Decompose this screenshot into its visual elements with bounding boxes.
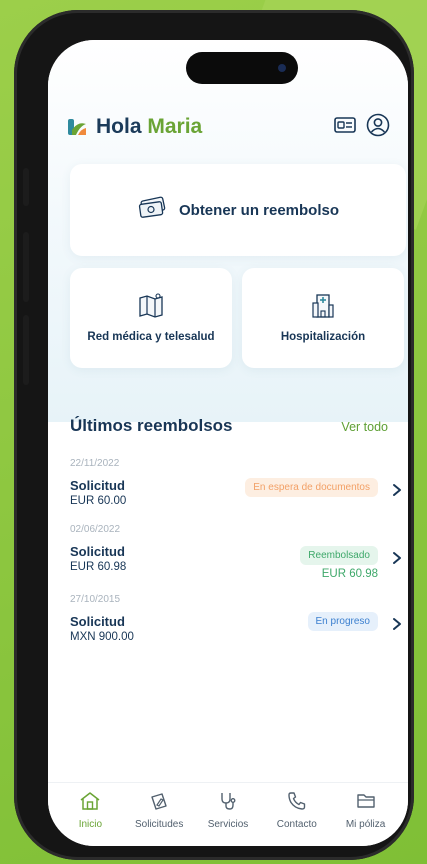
row-date: 02/06/2022: [70, 524, 121, 535]
nav-item-contacto[interactable]: Contacto: [265, 783, 329, 846]
phone-frame: Hola Maria Obtener un reembolso Red médi…: [14, 10, 414, 860]
get-reimbursement-label: Obtener un reembolso: [178, 201, 340, 219]
status-badge-refunded: Reembolsado: [300, 546, 378, 565]
nav-item-inicio[interactable]: Inicio: [58, 783, 122, 846]
camera-dot: [278, 64, 286, 72]
home-icon: [79, 791, 101, 815]
chevron-right-icon[interactable]: [390, 616, 404, 630]
map-icon: [138, 293, 164, 323]
nav-label: Mi póliza: [345, 819, 386, 830]
get-reimbursement-card[interactable]: Obtener un reembolso: [70, 164, 406, 256]
money-icon: [137, 196, 169, 224]
row-amount: MXN 900.00: [70, 631, 134, 643]
dynamic-island: [186, 52, 298, 84]
greeting: Hola Maria: [96, 115, 202, 139]
hospitalization-card[interactable]: Hospitalización: [242, 268, 404, 368]
nav-item-mi-poliza[interactable]: Mi póliza: [334, 783, 398, 846]
greeting-text: Hola: [96, 115, 142, 138]
medical-network-card[interactable]: Red médica y telesalud: [70, 268, 232, 368]
nav-label: Inicio: [78, 819, 103, 830]
folder-icon: [355, 791, 377, 815]
stethoscope-icon: [217, 791, 239, 815]
reimbursement-row[interactable]: 02/06/2022 Solicitud EUR 60.98 Reembolsa…: [70, 524, 404, 580]
refund-amount: EUR 60.98: [321, 568, 378, 580]
header-icons: [334, 113, 390, 141]
side-button-volume-up: [23, 232, 29, 302]
user-name: Maria: [147, 115, 203, 138]
id-card-icon[interactable]: [334, 117, 356, 137]
phone-icon: [286, 791, 308, 815]
side-button-volume-down: [23, 315, 29, 385]
nav-item-servicios[interactable]: Servicios: [196, 783, 260, 846]
row-date: 22/11/2022: [70, 458, 120, 469]
medical-network-label: Red médica y telesalud: [87, 331, 215, 343]
recent-reimbursements-title: Últimos reembolsos: [70, 416, 233, 435]
hospital-icon: [311, 293, 335, 323]
row-date: 27/10/2015: [70, 594, 121, 605]
hospitalization-label: Hospitalización: [280, 331, 366, 343]
bottom-nav: Inicio Solicitudes Servicios Contacto Mi…: [48, 782, 408, 846]
side-button-mute: [23, 168, 29, 206]
nav-label: Contacto: [276, 819, 317, 830]
nav-label: Servicios: [207, 819, 249, 830]
nav-label: Solicitudes: [135, 819, 184, 830]
app-logo-icon: [66, 116, 88, 138]
chevron-right-icon[interactable]: [390, 482, 404, 496]
header: Hola Maria: [66, 112, 390, 142]
see-all-link[interactable]: Ver todo: [341, 420, 388, 434]
nav-item-solicitudes[interactable]: Solicitudes: [127, 783, 191, 846]
chevron-right-icon[interactable]: [390, 550, 404, 564]
reimbursement-row[interactable]: 22/11/2022 Solicitud EUR 60.00 En espera…: [70, 458, 404, 507]
app-screen: Hola Maria Obtener un reembolso Red médi…: [48, 40, 408, 846]
document-pen-icon: [148, 791, 170, 815]
status-badge-in-progress: En progreso: [307, 612, 378, 631]
reimbursement-row[interactable]: 27/10/2015 Solicitud MXN 900.00 En progr…: [70, 594, 404, 643]
status-badge-waiting: En espera de documentos: [245, 478, 378, 497]
profile-icon[interactable]: [366, 113, 390, 141]
